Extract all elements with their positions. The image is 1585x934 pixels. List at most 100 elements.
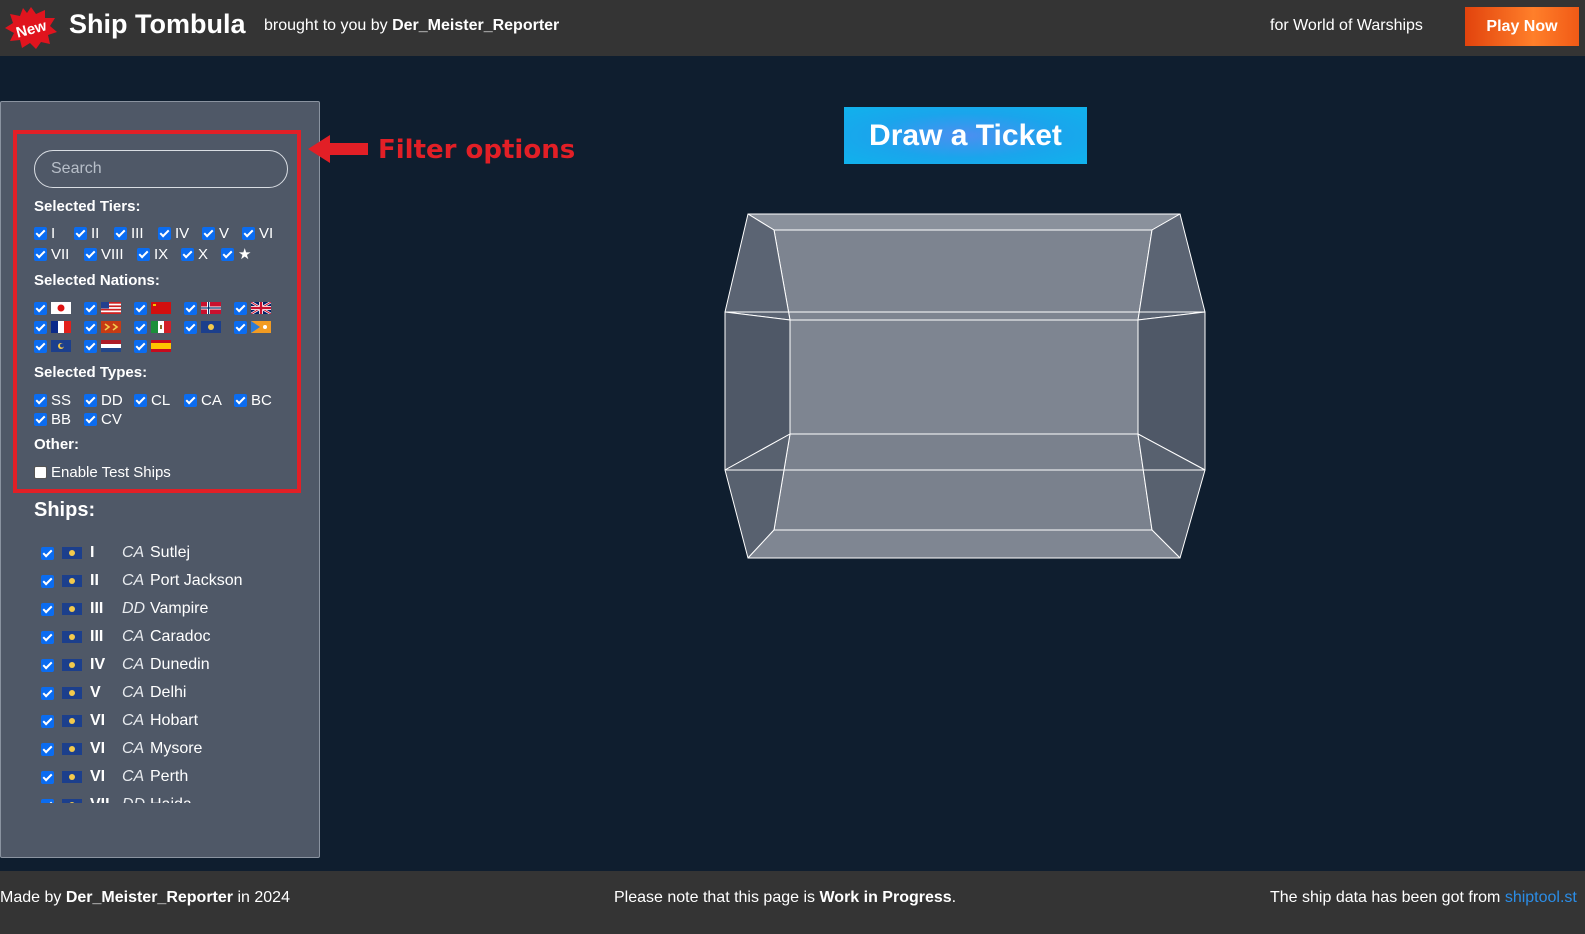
- nation-option-france[interactable]: [34, 318, 84, 336]
- ship-tier: III: [90, 600, 104, 617]
- nation-option-spain[interactable]: [134, 337, 184, 355]
- type-option-ss[interactable]: SS: [34, 391, 84, 409]
- nation-option-commonwealth[interactable]: [184, 318, 234, 336]
- nation-option-usa[interactable]: [84, 299, 134, 317]
- search-input[interactable]: [34, 150, 288, 188]
- nation-checkbox[interactable]: [234, 301, 247, 315]
- ship-list[interactable]: I CA Sutlej II CA Port Jackson III DD Vampire III…: [41, 539, 301, 803]
- ship-row[interactable]: III DD Vampire: [41, 595, 301, 623]
- ship-checkbox[interactable]: [41, 770, 54, 784]
- byline-prefix: brought to you by: [264, 17, 388, 34]
- tier-option-iv[interactable]: IV: [158, 224, 202, 242]
- type-option-ca[interactable]: CA: [184, 391, 234, 409]
- tier-option-vii[interactable]: VII: [34, 245, 84, 263]
- tier-option-viii[interactable]: VIII: [84, 245, 137, 263]
- panasia-flag-icon: [51, 340, 71, 352]
- draw-ticket-button[interactable]: Draw a Ticket: [844, 107, 1087, 164]
- footer: Made by Der_Meister_Reporter in 2024 Ple…: [0, 871, 1585, 934]
- ship-row[interactable]: II CA Port Jackson: [41, 567, 301, 595]
- nation-checkbox[interactable]: [34, 320, 47, 334]
- nation-checkbox[interactable]: [134, 301, 147, 315]
- tier-checkbox[interactable]: [181, 247, 194, 261]
- tier-checkbox[interactable]: [137, 247, 150, 261]
- nation-checkbox[interactable]: [184, 320, 197, 334]
- tier-option-star[interactable]: ★: [221, 245, 261, 263]
- ship-row[interactable]: VIIDDHaida: [41, 791, 301, 803]
- play-now-button[interactable]: Play Now: [1465, 7, 1579, 46]
- nation-checkbox[interactable]: [234, 320, 247, 334]
- nation-option-panasia[interactable]: [34, 337, 84, 355]
- nation-checkbox[interactable]: [34, 339, 47, 353]
- ship-type: CA: [122, 628, 145, 645]
- tier-option-vi[interactable]: VI: [242, 224, 282, 242]
- type-option-bb[interactable]: BB: [34, 410, 84, 428]
- nation-checkbox[interactable]: [184, 301, 197, 315]
- ship-checkbox[interactable]: [41, 574, 54, 588]
- ship-checkbox[interactable]: [41, 602, 54, 616]
- test-ships-checkbox[interactable]: [34, 465, 47, 479]
- nation-checkbox[interactable]: [84, 339, 97, 353]
- ship-checkbox[interactable]: [41, 798, 54, 803]
- tier-checkbox[interactable]: [158, 226, 171, 240]
- type-option-bc[interactable]: BC: [234, 391, 284, 409]
- tier-option-v[interactable]: V: [202, 224, 242, 242]
- ship-row[interactable]: IV CA Dunedin: [41, 651, 301, 679]
- ship-name: Dunedin: [150, 656, 210, 673]
- tier-checkbox[interactable]: [34, 247, 47, 261]
- nation-checkbox[interactable]: [84, 320, 97, 334]
- type-checkbox[interactable]: [134, 393, 147, 407]
- nation-checkbox[interactable]: [134, 339, 147, 353]
- tier-option-x[interactable]: X: [181, 245, 221, 263]
- ship-type: DD: [122, 796, 150, 803]
- nation-option-uk[interactable]: [234, 299, 284, 317]
- test-ships-option[interactable]: Enable Test Ships: [34, 463, 171, 481]
- ship-checkbox[interactable]: [41, 714, 54, 728]
- ship-checkbox[interactable]: [41, 686, 54, 700]
- type-option-cv[interactable]: CV: [84, 410, 134, 428]
- nation-checkbox[interactable]: [84, 301, 97, 315]
- ship-type: CA: [122, 544, 145, 561]
- ship-row[interactable]: III CA Caradoc: [41, 623, 301, 651]
- tier-checkbox[interactable]: [84, 247, 97, 261]
- type-checkbox[interactable]: [84, 412, 97, 426]
- nation-checkbox[interactable]: [134, 320, 147, 334]
- ship-row[interactable]: VI CA Hobart: [41, 707, 301, 735]
- nation-option-ussr[interactable]: [134, 299, 184, 317]
- ticket-box-illustration: [724, 213, 1206, 559]
- tier-option-ii[interactable]: II: [74, 224, 114, 242]
- tier-option-ix[interactable]: IX: [137, 245, 181, 263]
- type-option-dd[interactable]: DD: [84, 391, 134, 409]
- nation-option-panamerica[interactable]: [234, 318, 284, 336]
- tier-checkbox[interactable]: [34, 226, 47, 240]
- tier-checkbox[interactable]: [74, 226, 87, 240]
- tier-checkbox[interactable]: [114, 226, 127, 240]
- nation-checkbox[interactable]: [34, 301, 47, 315]
- tier-option-iii[interactable]: III: [114, 224, 158, 242]
- tier-checkbox[interactable]: [202, 226, 215, 240]
- type-checkbox[interactable]: [234, 393, 247, 407]
- tier-option-i[interactable]: I: [34, 224, 74, 242]
- ship-row[interactable]: VI CA Perth: [41, 763, 301, 791]
- ship-row[interactable]: V CA Delhi: [41, 679, 301, 707]
- tier-checkbox[interactable]: [221, 247, 234, 261]
- nation-option-germany[interactable]: [84, 318, 134, 336]
- type-checkbox[interactable]: [34, 393, 47, 407]
- nation-option-netherlands[interactable]: [84, 337, 134, 355]
- ship-row[interactable]: I CA Sutlej: [41, 539, 301, 567]
- type-option-cl[interactable]: CL: [134, 391, 184, 409]
- ship-checkbox[interactable]: [41, 742, 54, 756]
- type-checkbox[interactable]: [34, 412, 47, 426]
- type-checkbox[interactable]: [84, 393, 97, 407]
- type-checkbox[interactable]: [184, 393, 197, 407]
- tier-checkbox[interactable]: [242, 226, 255, 240]
- nation-option-europe[interactable]: [184, 299, 234, 317]
- nation-option-japan[interactable]: [34, 299, 84, 317]
- ship-checkbox[interactable]: [41, 658, 54, 672]
- nation-option-italy[interactable]: [134, 318, 184, 336]
- ship-row[interactable]: VI CA Mysore: [41, 735, 301, 763]
- ship-checkbox[interactable]: [41, 630, 54, 644]
- commonwealth-flag-icon: [62, 603, 82, 615]
- ship-type: CA: [122, 712, 145, 729]
- ship-checkbox[interactable]: [41, 546, 54, 560]
- shiptool-link[interactable]: shiptool.st: [1505, 889, 1577, 906]
